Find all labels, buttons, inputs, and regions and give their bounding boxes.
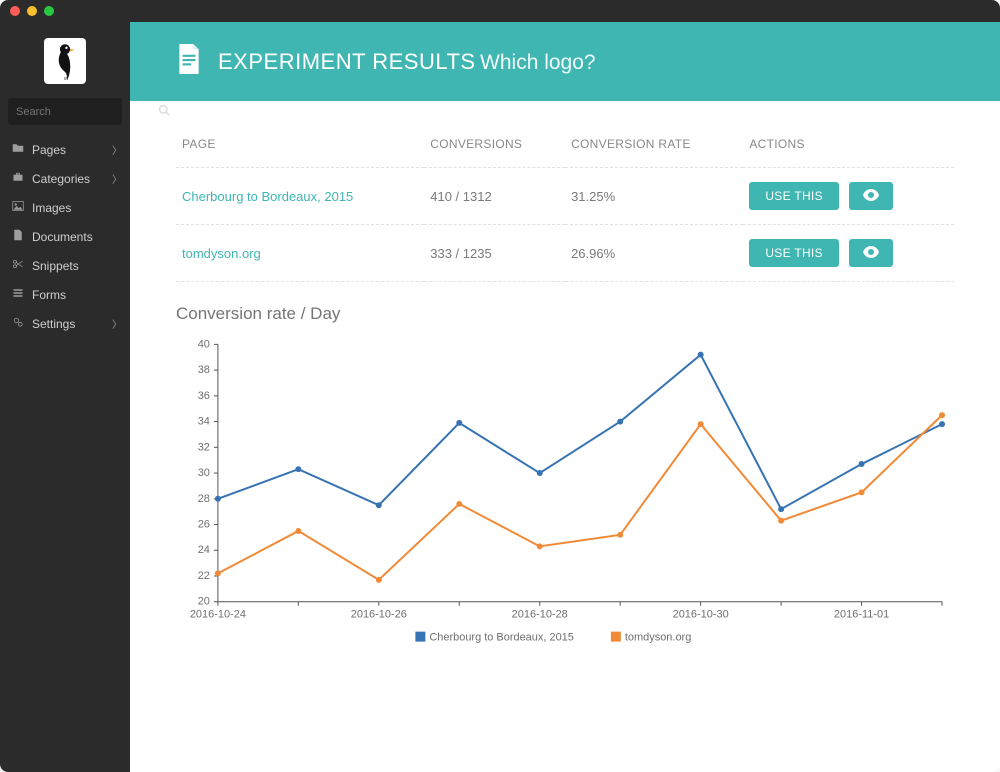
document-icon — [176, 44, 202, 79]
sidebar-item-label: Images — [32, 201, 71, 215]
logo — [0, 22, 130, 98]
eye-icon — [863, 247, 879, 261]
svg-text:20: 20 — [198, 596, 210, 608]
sidebar-nav: Pages 〉 Categories 〉 Images Documents Snippets… — [0, 135, 130, 338]
svg-text:2016-10-28: 2016-10-28 — [512, 609, 568, 621]
svg-text:2016-10-24: 2016-10-24 — [190, 609, 246, 621]
scissors-icon — [10, 258, 26, 273]
svg-text:2016-10-30: 2016-10-30 — [673, 609, 729, 621]
suitcase-icon — [10, 171, 26, 186]
use-this-button[interactable]: USE THIS — [749, 239, 839, 267]
column-header: PAGE — [176, 127, 424, 168]
svg-text:2016-11-01: 2016-11-01 — [834, 609, 889, 621]
column-header: CONVERSIONS — [424, 127, 565, 168]
title-light: Which logo? — [480, 51, 596, 74]
svg-text:30: 30 — [198, 467, 210, 479]
svg-text:26: 26 — [198, 519, 210, 531]
window-zoom-dot[interactable] — [44, 6, 54, 16]
chevron-right-icon: 〉 — [112, 316, 122, 331]
svg-text:40: 40 — [198, 338, 210, 350]
bird-icon — [44, 38, 86, 84]
sidebar-item-label: Forms — [32, 288, 66, 302]
chart: 20 22 24 26 28 30 32 34 36 38 40 2016-10-24 2016-10-… — [176, 334, 954, 659]
image-icon — [10, 200, 26, 215]
table-row: Cherbourg to Bordeaux, 2015 410 / 131231.… — [176, 168, 954, 225]
document-icon — [10, 229, 26, 244]
sidebar: Pages 〉 Categories 〉 Images Documents Snippets… — [0, 22, 130, 772]
sidebar-item-label: Documents — [32, 230, 93, 244]
list-icon — [10, 287, 26, 302]
preview-button[interactable] — [849, 182, 893, 210]
rate-cell: 31.25% — [565, 168, 743, 225]
sidebar-item-snippets[interactable]: Snippets — [0, 251, 130, 280]
page-link[interactable]: Cherbourg to Bordeaux, 2015 — [182, 189, 353, 204]
svg-text:22: 22 — [198, 570, 210, 582]
sidebar-item-categories[interactable]: Categories 〉 — [0, 164, 130, 193]
title-strong: EXPERIMENT RESULTS — [218, 49, 476, 74]
table-row: tomdyson.org 333 / 123526.96%USE THIS — [176, 225, 954, 282]
chart-title: Conversion rate / Day — [176, 304, 954, 324]
sidebar-item-settings[interactable]: Settings 〉 — [0, 309, 130, 338]
svg-text:Cherbourg to Bordeaux, 2015: Cherbourg to Bordeaux, 2015 — [429, 632, 574, 644]
sidebar-item-forms[interactable]: Forms — [0, 280, 130, 309]
svg-text:38: 38 — [198, 364, 210, 376]
sidebar-item-images[interactable]: Images — [0, 193, 130, 222]
main-area: EXPERIMENT RESULTS Which logo? PAGECONVE… — [130, 22, 1000, 772]
svg-text:24: 24 — [198, 544, 210, 556]
svg-text:tomdyson.org: tomdyson.org — [625, 632, 691, 644]
cogs-icon — [10, 316, 26, 331]
svg-text:34: 34 — [198, 416, 210, 428]
sidebar-item-label: Pages — [32, 143, 66, 157]
page-title: EXPERIMENT RESULTS Which logo? — [218, 49, 596, 75]
chevron-right-icon: 〉 — [112, 171, 122, 186]
svg-text:32: 32 — [198, 441, 210, 453]
folder-icon — [10, 142, 26, 157]
preview-button[interactable] — [849, 239, 893, 267]
results-table: PAGECONVERSIONSCONVERSION RATEACTIONS Ch… — [176, 127, 954, 282]
svg-text:2016-10-26: 2016-10-26 — [351, 609, 407, 621]
svg-text:28: 28 — [198, 493, 210, 505]
sidebar-item-pages[interactable]: Pages 〉 — [0, 135, 130, 164]
sidebar-item-label: Snippets — [32, 259, 79, 273]
rate-cell: 26.96% — [565, 225, 743, 282]
sidebar-item-label: Settings — [32, 317, 75, 331]
app-window: Pages 〉 Categories 〉 Images Documents Snippets… — [0, 0, 1000, 772]
page-link[interactable]: tomdyson.org — [182, 246, 261, 261]
column-header: CONVERSION RATE — [565, 127, 743, 168]
eye-icon — [863, 190, 879, 204]
window-titlebar — [0, 0, 1000, 22]
svg-text:36: 36 — [198, 390, 210, 402]
window-minimize-dot[interactable] — [27, 6, 37, 16]
sidebar-item-documents[interactable]: Documents — [0, 222, 130, 251]
chevron-right-icon: 〉 — [112, 142, 122, 157]
use-this-button[interactable]: USE THIS — [749, 182, 839, 210]
conversions-cell: 410 / 1312 — [424, 168, 565, 225]
sidebar-item-label: Categories — [32, 172, 90, 186]
conversions-cell: 333 / 1235 — [424, 225, 565, 282]
column-header: ACTIONS — [743, 127, 954, 168]
page-header: EXPERIMENT RESULTS Which logo? — [130, 22, 1000, 101]
window-close-dot[interactable] — [10, 6, 20, 16]
search-box[interactable] — [8, 98, 122, 125]
content-area: PAGECONVERSIONSCONVERSION RATEACTIONS Ch… — [130, 101, 1000, 669]
